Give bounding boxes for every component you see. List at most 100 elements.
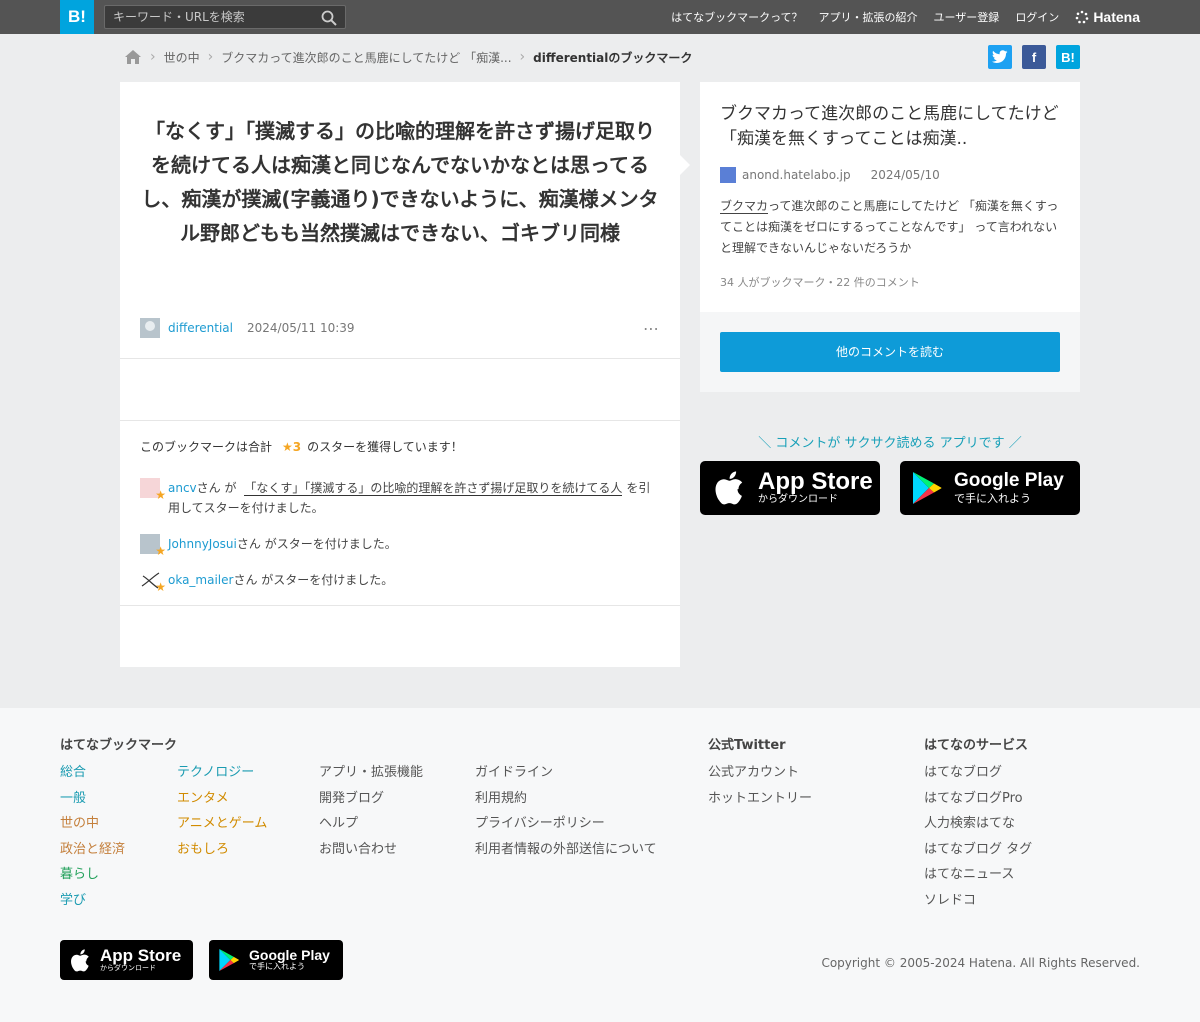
star-icon: ★ (155, 544, 166, 558)
footer-links-services: はてなブログ はてなブログPro 人力検索はてな はてなブログ タグ はてなニュ… (924, 760, 1032, 914)
avatar[interactable]: ★ (140, 534, 166, 558)
star-row: ★ JohnnyJosuiさん がスターを付けました。 (140, 534, 660, 558)
star-row-pre: さん が (196, 481, 237, 495)
app-store-badge[interactable]: App Store からダウンロード (700, 461, 880, 515)
footer-link[interactable]: はてなニュース (924, 862, 1032, 888)
footer-link[interactable]: お問い合わせ (319, 837, 423, 863)
footer-link[interactable]: ホットエントリー (708, 786, 812, 812)
star-summary-prefix: このブックマークは合計 (140, 440, 273, 454)
footer-link[interactable]: 世の中 (60, 811, 125, 837)
more-options-icon[interactable]: ⋯ (643, 319, 660, 338)
hatena-brand-link[interactable]: Hatena (1075, 9, 1140, 25)
facebook-share-icon[interactable]: f (1022, 45, 1046, 69)
star-row-post: さん がスターを付けました。 (233, 573, 394, 587)
bookmark-comment-card: 「なくす」「撲滅する」の比喩的理解を許さず揚げ足取りを続けてる人は痴漢と同じなん… (120, 82, 680, 667)
footer-link[interactable]: 暮らし (60, 862, 125, 888)
star-user-link[interactable]: JohnnyJosui (168, 537, 237, 551)
star-row-post: さん がスターを付けました。 (236, 537, 397, 551)
nav-about[interactable]: はてなブックマークって？ (671, 9, 802, 25)
google-play-small: で手に入れよう (249, 962, 305, 972)
copyright: Copyright © 2005-2024 Hatena. All Rights… (821, 956, 1140, 970)
breadcrumb-current: differentialのブックマーク (533, 50, 693, 65)
app-store-big: App Store (100, 946, 182, 966)
footer-link[interactable]: 学び (60, 888, 125, 914)
search-box[interactable] (104, 5, 346, 29)
apple-icon (700, 471, 758, 505)
footer-link[interactable]: 利用規約 (475, 786, 657, 812)
nav-login[interactable]: ログイン (1015, 9, 1059, 25)
nav-apps[interactable]: アプリ・拡張の紹介 (819, 9, 918, 25)
top-header: B! はてなブックマークって？ アプリ・拡張の紹介 ユーザー登録 ログイン Ha… (0, 0, 1200, 34)
footer-link[interactable]: 政治と経済 (60, 837, 125, 863)
twitter-share-icon[interactable] (988, 45, 1012, 69)
avatar[interactable]: ★ (140, 478, 166, 502)
entry-description: ブクマカって進次郎のこと馬鹿にしてたけど 「痴漢を無くすってことは痴漢をゼロにす… (720, 196, 1060, 259)
entry-bookmark-count[interactable]: 34 人がブックマーク・22 件のコメント (720, 274, 920, 290)
entry-keyword[interactable]: ブクマカ (720, 199, 769, 214)
footer-link[interactable]: 人力検索はてな (924, 811, 1032, 837)
bookmark-comment-text: 「なくす」「撲滅する」の比喩的理解を許さず揚げ足取りを続けてる人は痴漢と同じなん… (141, 119, 659, 245)
entry-domain[interactable]: anond.hatelabo.jp (742, 168, 851, 182)
footer-google-play-badge[interactable]: Google Play で手に入れよう (209, 940, 343, 980)
footer-heading-bookmark: はてなブックマーク (60, 738, 178, 753)
footer-link[interactable]: はてなブログPro (924, 786, 1032, 812)
share-buttons: f B! (988, 45, 1080, 69)
footer-link[interactable]: ガイドライン (475, 760, 657, 786)
footer-link[interactable]: はてなブログ (924, 760, 1032, 786)
footer-link[interactable]: アニメとゲーム (177, 811, 267, 837)
footer-link[interactable]: ソレドコ (924, 888, 1032, 914)
app-store-small: からダウンロード (100, 964, 156, 973)
google-play-label: Google Play で手に入れよう (954, 471, 1064, 505)
footer-link[interactable]: おもしろ (177, 837, 267, 863)
footer-link[interactable]: 公式アカウント (708, 760, 812, 786)
breadcrumb-entry[interactable]: ブクマカって進次郎のこと馬鹿にしてたけど 「痴漢... (221, 49, 511, 66)
google-play-badge[interactable]: Google Play で手に入れよう (900, 461, 1080, 515)
avatar[interactable]: ★ (140, 570, 166, 594)
breadcrumb-category[interactable]: 世の中 (164, 49, 200, 66)
google-play-big: Google Play (954, 469, 1064, 491)
hatena-dots-icon (1076, 10, 1089, 24)
footer-app-store-badge[interactable]: App Store からダウンロード (60, 940, 193, 980)
hatena-share-icon[interactable]: B! (1056, 45, 1080, 69)
star-count: ★3 (282, 440, 302, 454)
footer-link[interactable]: 総合 (60, 760, 125, 786)
entry-title[interactable]: ブクマカって進次郎のこと馬鹿にしてたけど 「痴漢を無くすってことは痴漢.. (720, 102, 1060, 152)
avatar[interactable] (140, 318, 160, 338)
footer-link[interactable]: 一般 (60, 786, 125, 812)
comment-datetime[interactable]: 2024/05/11 10:39 (247, 321, 355, 335)
comment-meta: differential 2024/05/11 10:39 ⋯ (140, 318, 660, 338)
footer-link[interactable]: テクノロジー (177, 760, 267, 786)
entry-card: ブクマカって進次郎のこと馬鹿にしてたけど 「痴漢を無くすってことは痴漢.. an… (700, 82, 1080, 392)
star-user-link[interactable]: ancv (168, 481, 197, 495)
divider (120, 358, 680, 359)
footer-link[interactable]: アプリ・拡張機能 (319, 760, 423, 786)
search-input[interactable] (105, 6, 315, 28)
star-summary: このブックマークは合計 ★3 のスターを獲得しています！ (140, 438, 463, 455)
star-quote[interactable]: 「なくす」「撲滅する」の比喩的理解を許さず揚げ足取りを続けてる人 (244, 481, 623, 496)
hatena-brand-label: Hatena (1093, 9, 1140, 25)
footer-link[interactable]: ヘルプ (319, 811, 423, 837)
footer-link[interactable]: 利用者情報の外部送信について (475, 837, 657, 863)
footer-link[interactable]: はてなブログ タグ (924, 837, 1032, 863)
apple-icon (60, 948, 100, 972)
footer-category-list-2: テクノロジー エンタメ アニメとゲーム おもしろ (177, 760, 267, 862)
footer-links-policy: ガイドライン 利用規約 プライバシーポリシー 利用者情報の外部送信について (475, 760, 657, 862)
chevron-right-icon: › (519, 49, 526, 65)
footer-link[interactable]: プライバシーポリシー (475, 811, 657, 837)
home-icon[interactable] (124, 49, 142, 65)
footer-link[interactable]: 開発ブログ (319, 786, 423, 812)
entry-date: 2024/05/10 (870, 168, 940, 182)
read-comments-button[interactable]: 他のコメントを読む (720, 332, 1060, 372)
star-row-text: JohnnyJosuiさん がスターを付けました。 (168, 534, 660, 554)
footer-link[interactable]: エンタメ (177, 786, 267, 812)
footer-links-twitter: 公式アカウント ホットエントリー (708, 760, 812, 811)
google-play-small: で手に入れよう (954, 491, 1031, 505)
entry-source: anond.hatelabo.jp 2024/05/10 (720, 167, 940, 183)
comment-user-link[interactable]: differential (168, 321, 233, 335)
google-play-big: Google Play (249, 947, 330, 964)
hatena-bookmark-logo[interactable]: B! (60, 0, 94, 34)
star-icon: ★ (155, 580, 166, 594)
star-user-link[interactable]: oka_mailer (168, 573, 233, 587)
nav-signup[interactable]: ユーザー登録 (934, 9, 1000, 25)
search-icon[interactable] (321, 10, 337, 26)
